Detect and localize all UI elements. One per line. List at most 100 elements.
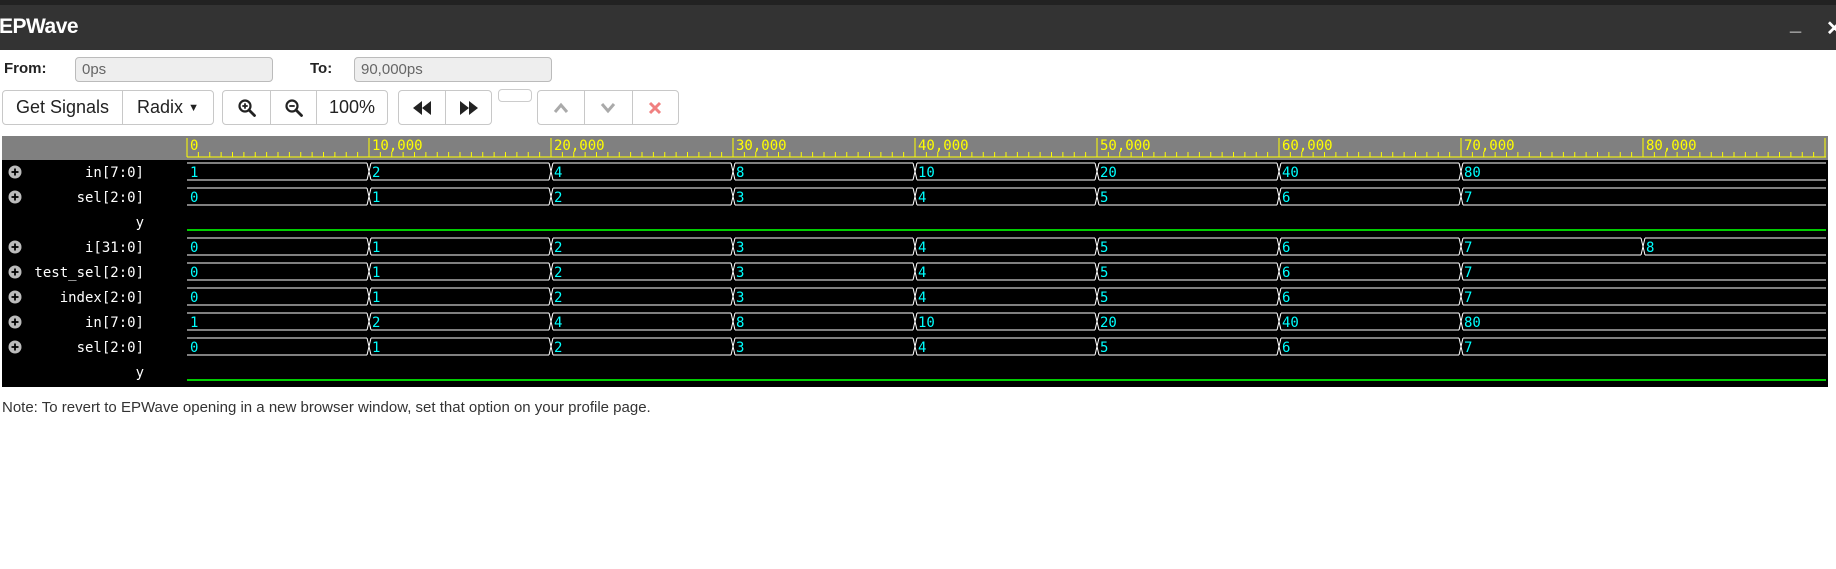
remove-signal-button[interactable]: [633, 91, 678, 124]
to-field[interactable]: [354, 57, 552, 82]
signal-name[interactable]: i[31:0]: [85, 240, 144, 256]
bus-value[interactable]: 10: [918, 315, 935, 331]
bus-value[interactable]: 4: [554, 315, 562, 331]
bus-value[interactable]: 80: [1464, 165, 1481, 181]
bus-value[interactable]: 2: [554, 290, 562, 306]
get-signals-button[interactable]: Get Signals: [3, 91, 123, 124]
zoom-in-icon: [237, 98, 256, 117]
ruler-tick-label: 20,000: [554, 138, 605, 154]
bus-value[interactable]: 5: [1100, 340, 1108, 356]
bus-value[interactable]: 1: [372, 265, 380, 281]
bus-value[interactable]: 2: [372, 165, 380, 181]
bus-value[interactable]: 1: [372, 340, 380, 356]
signal-name[interactable]: y: [136, 215, 144, 231]
bus-value[interactable]: 0: [190, 190, 198, 206]
zoom-button-group: 100%: [222, 90, 388, 125]
bus-value[interactable]: 1: [372, 290, 380, 306]
signal-name[interactable]: test_sel[2:0]: [34, 265, 144, 281]
bus-value[interactable]: 5: [1100, 240, 1108, 256]
bus-value[interactable]: 0: [190, 290, 198, 306]
radix-dropdown[interactable]: Radix ▼: [123, 91, 213, 124]
bus-value[interactable]: 7: [1464, 190, 1472, 206]
bus-value[interactable]: 6: [1282, 340, 1290, 356]
bus-value[interactable]: 2: [554, 190, 562, 206]
close-icon: [649, 101, 662, 114]
zoom-out-button[interactable]: [271, 91, 317, 124]
bus-value[interactable]: 1: [372, 240, 380, 256]
bus-value[interactable]: 0: [190, 265, 198, 281]
bus-value[interactable]: 4: [918, 265, 926, 281]
bus-value[interactable]: 4: [918, 290, 926, 306]
signal-name[interactable]: in[7:0]: [85, 165, 144, 181]
move-up-button[interactable]: [538, 91, 586, 124]
signal-name[interactable]: sel[2:0]: [77, 190, 144, 206]
waveform-canvas[interactable]: 0 10,000 20,000 30,000 40,000 50,000 60,000 70,…: [2, 136, 1828, 387]
bus-value[interactable]: 4: [918, 240, 926, 256]
waveform-viewer[interactable]: 0 10,000 20,000 30,000 40,000 50,000 60,000 70,…: [2, 136, 1828, 387]
signal-name[interactable]: in[7:0]: [85, 315, 144, 331]
bus-value[interactable]: 8: [736, 165, 744, 181]
bus-value[interactable]: 6: [1282, 190, 1290, 206]
bus-value[interactable]: 2: [372, 315, 380, 331]
bus-value[interactable]: 1: [190, 315, 198, 331]
bus-value[interactable]: 3: [736, 240, 744, 256]
bus-value[interactable]: 2: [554, 240, 562, 256]
chevron-up-icon: [554, 102, 569, 113]
bus-value[interactable]: 3: [736, 340, 744, 356]
close-window-button[interactable]: ✕: [1826, 16, 1836, 41]
bus-value[interactable]: 1: [372, 190, 380, 206]
bus-value[interactable]: 4: [918, 340, 926, 356]
bus-value[interactable]: 3: [736, 265, 744, 281]
zoom-out-icon: [284, 98, 303, 117]
blank-button[interactable]: [498, 89, 532, 102]
bus-value[interactable]: 5: [1100, 265, 1108, 281]
bus-value[interactable]: 1: [190, 165, 198, 181]
bus-value[interactable]: 5: [1100, 190, 1108, 206]
bus-value[interactable]: 20: [1100, 315, 1117, 331]
signal-name[interactable]: sel[2:0]: [77, 340, 144, 356]
bus-value[interactable]: 40: [1282, 165, 1299, 181]
bus-value[interactable]: 3: [736, 190, 744, 206]
caret-down-icon: ▼: [188, 101, 199, 114]
bus-value[interactable]: 2: [554, 265, 562, 281]
ruler-tick-label: 0: [190, 138, 198, 154]
bus-value[interactable]: 7: [1464, 290, 1472, 306]
bus-value[interactable]: 80: [1464, 315, 1481, 331]
edge-nav-button-group: [398, 90, 492, 125]
bus-value[interactable]: 40: [1282, 315, 1299, 331]
bus-value[interactable]: 5: [1100, 290, 1108, 306]
from-label: From:: [4, 60, 47, 77]
bus-value[interactable]: 8: [736, 315, 744, 331]
next-edge-button[interactable]: [446, 91, 491, 124]
bus-value[interactable]: 6: [1282, 290, 1290, 306]
bus-value[interactable]: 7: [1464, 265, 1472, 281]
bus-value[interactable]: 20: [1100, 165, 1117, 181]
from-field[interactable]: [75, 57, 273, 82]
bus-value[interactable]: 10: [918, 165, 935, 181]
bus-value[interactable]: 4: [918, 190, 926, 206]
chevron-down-icon: [601, 102, 616, 113]
bus-value[interactable]: 7: [1464, 240, 1472, 256]
signal-order-button-group: [537, 90, 679, 125]
minimize-button[interactable]: _: [1790, 13, 1801, 36]
bus-value[interactable]: 8: [1646, 240, 1654, 256]
signal-name[interactable]: index[2:0]: [60, 290, 144, 306]
bus-value[interactable]: 0: [190, 340, 198, 356]
bus-value[interactable]: 7: [1464, 340, 1472, 356]
ruler-tick-label: 50,000: [1100, 138, 1151, 154]
bus-value[interactable]: 6: [1282, 240, 1290, 256]
bus-value[interactable]: 4: [554, 165, 562, 181]
bus-value[interactable]: 0: [190, 240, 198, 256]
previous-edge-button[interactable]: [399, 91, 446, 124]
bus-value[interactable]: 6: [1282, 265, 1290, 281]
move-down-button[interactable]: [585, 91, 633, 124]
ruler-tick-label: 80,000: [1646, 138, 1697, 154]
zoom-in-button[interactable]: [223, 91, 271, 124]
bus-value[interactable]: 3: [736, 290, 744, 306]
ruler-tick-label: 40,000: [918, 138, 969, 154]
signals-button-group: Get Signals Radix ▼: [2, 90, 214, 125]
bus-value[interactable]: 2: [554, 340, 562, 356]
zoom-level-button[interactable]: 100%: [317, 91, 387, 124]
note-text: Note: To revert to EPWave opening in a n…: [2, 399, 651, 416]
signal-name[interactable]: y: [136, 365, 144, 381]
